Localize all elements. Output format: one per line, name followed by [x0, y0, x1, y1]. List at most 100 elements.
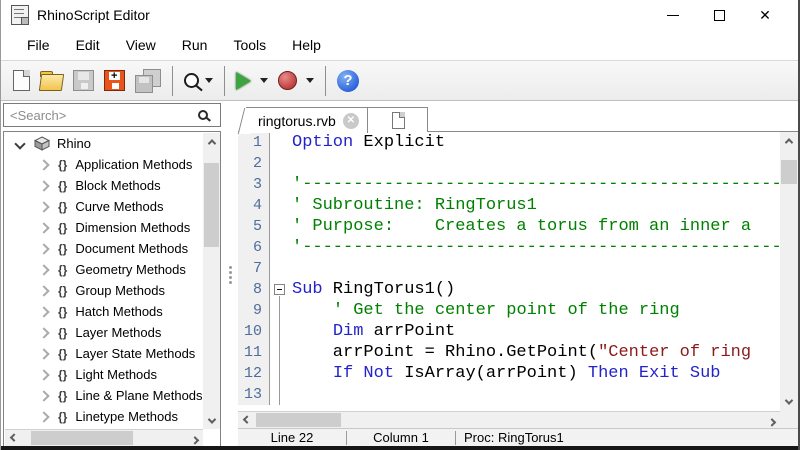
code-line-6[interactable]: 6 '--------------------------------------… [238, 237, 780, 258]
tab-close-icon[interactable]: ✕ [342, 112, 359, 129]
tree-item-block-methods[interactable]: {} Block Methods [4, 175, 203, 196]
editor-horizontal-scrollbar[interactable] [238, 411, 780, 428]
run-dropdown-icon[interactable] [260, 78, 268, 83]
menu-item-help[interactable]: Help [279, 32, 334, 58]
new-file-button[interactable] [8, 65, 35, 97]
tab-new[interactable] [366, 107, 428, 132]
chevron-right-icon[interactable] [38, 389, 50, 402]
menu-item-view[interactable]: View [113, 32, 169, 58]
tree-item-linetype-methods[interactable]: {} Linetype Methods [4, 406, 203, 427]
minimize-button[interactable] [650, 0, 696, 30]
scroll-left-button[interactable] [238, 412, 255, 429]
scroll-down-button[interactable] [780, 393, 798, 410]
code-text[interactable]: Option Explicit [292, 132, 780, 153]
braces-icon: {} [58, 157, 68, 172]
search-field-magnifier-icon[interactable] [198, 110, 208, 120]
code-line-1[interactable]: 1 Option Explicit [238, 132, 780, 153]
code-text[interactable]: If Not IsArray(arrPoint) Then Exit Sub [292, 363, 780, 384]
code-text[interactable]: '---------------------------------------… [292, 174, 780, 195]
code-line-9[interactable]: 9 ' Get the center point of the ring [238, 300, 780, 321]
scrollbar-thumb[interactable] [256, 413, 341, 427]
scroll-up-button[interactable] [203, 133, 220, 150]
search-button[interactable] [179, 65, 218, 97]
tree-horizontal-scrollbar[interactable] [5, 429, 203, 446]
save-all-button[interactable] [130, 65, 166, 97]
help-button[interactable]: ? [332, 65, 364, 97]
search-input[interactable]: <Search> [3, 103, 221, 127]
code-line-7[interactable]: 7 [238, 258, 780, 279]
code-line-5[interactable]: 5 ' Purpose: Creates a torus from an inne… [238, 216, 780, 237]
code-text[interactable]: Sub RingTorus1() [292, 279, 780, 300]
menu-item-edit[interactable]: Edit [63, 32, 113, 58]
scrollbar-thumb[interactable] [204, 163, 219, 247]
code-text[interactable]: ' Get the center point of the ring [292, 300, 780, 321]
tree-item-layer-methods[interactable]: {} Layer Methods [4, 322, 203, 343]
tree-item-application-methods[interactable]: {} Application Methods [4, 154, 203, 175]
scroll-right-button[interactable] [186, 430, 203, 446]
code-text[interactable] [292, 258, 780, 279]
tree-vertical-scrollbar[interactable] [203, 133, 220, 429]
code-line-12[interactable]: 12 If Not IsArray(arrPoint) Then Exit Su… [238, 363, 780, 384]
tree-item-rhino[interactable]: Rhino [4, 133, 203, 154]
menu-item-tools[interactable]: Tools [220, 32, 279, 58]
code-line-4[interactable]: 4 ' Subroutine: RingTorus1 [238, 195, 780, 216]
scroll-up-button[interactable] [780, 132, 798, 149]
search-dropdown-icon[interactable] [205, 78, 213, 83]
chevron-right-icon[interactable] [38, 221, 50, 234]
chevron-right-icon[interactable] [38, 368, 50, 381]
chevron-right-icon[interactable] [38, 263, 50, 276]
menu-item-file[interactable]: File [14, 32, 63, 58]
tree-item-light-methods[interactable]: {} Light Methods [4, 364, 203, 385]
tab-ringtorus[interactable]: ringtorus.rvb ✕ [246, 107, 368, 133]
save-button[interactable] [68, 65, 99, 97]
chevron-right-icon[interactable] [38, 179, 50, 192]
tree-item-document-methods[interactable]: {} Document Methods [4, 238, 203, 259]
tree-item-hatch-methods[interactable]: {} Hatch Methods [4, 301, 203, 322]
chevron-right-icon[interactable] [38, 284, 50, 297]
chevron-right-icon[interactable] [38, 410, 50, 423]
tree-item-layer-state-methods[interactable]: {} Layer State Methods [4, 343, 203, 364]
menu-item-run[interactable]: Run [169, 32, 221, 58]
code-text[interactable]: ' Purpose: Creates a torus from an inner… [292, 216, 780, 237]
tree-item-group-methods[interactable]: {} Group Methods [4, 280, 203, 301]
break-script-button[interactable] [273, 65, 319, 97]
scrollbar-thumb[interactable] [781, 160, 797, 184]
code-line-8[interactable]: 8 Sub RingTorus1() [238, 279, 780, 300]
chevron-right-icon[interactable] [38, 158, 50, 171]
run-script-button[interactable] [231, 65, 273, 97]
code-line-11[interactable]: 11 arrPoint = Rhino.GetPoint("Center of … [238, 342, 780, 363]
editor-vertical-scrollbar[interactable] [780, 132, 798, 410]
close-button[interactable]: ✕ [742, 0, 788, 30]
code-line-3[interactable]: 3 '--------------------------------------… [238, 174, 780, 195]
scroll-down-button[interactable] [203, 412, 220, 429]
code-line-2[interactable]: 2 [238, 153, 780, 174]
code-editor[interactable]: 1 Option Explicit 2 3 '---------------------… [238, 132, 780, 410]
chevron-right-icon[interactable] [38, 347, 50, 360]
code-text[interactable]: ' Subroutine: RingTorus1 [292, 195, 780, 216]
fold-collapse-icon[interactable] [274, 284, 285, 295]
tree-item-dimension-methods[interactable]: {} Dimension Methods [4, 217, 203, 238]
save-incremental-button[interactable]: + [99, 65, 130, 97]
code-text[interactable] [292, 384, 780, 405]
code-line-13[interactable]: 13 [238, 384, 780, 405]
tree-item-geometry-methods[interactable]: {} Geometry Methods [4, 259, 203, 280]
code-line-10[interactable]: 10 Dim arrPoint [238, 321, 780, 342]
maximize-button[interactable] [696, 0, 742, 30]
tree-item-curve-methods[interactable]: {} Curve Methods [4, 196, 203, 217]
code-text[interactable]: arrPoint = Rhino.GetPoint("Center of rin… [292, 342, 780, 363]
scroll-right-button[interactable] [763, 412, 780, 429]
scroll-left-button[interactable] [5, 430, 22, 446]
code-text[interactable]: '---------------------------------------… [292, 237, 780, 258]
scrollbar-thumb[interactable] [31, 431, 133, 445]
open-file-button[interactable] [35, 65, 68, 97]
chevron-right-icon[interactable] [38, 305, 50, 318]
code-text[interactable] [292, 153, 780, 174]
chevron-right-icon[interactable] [38, 200, 50, 213]
chevron-right-icon[interactable] [38, 326, 50, 339]
panel-splitter[interactable] [223, 102, 238, 447]
break-dropdown-icon[interactable] [306, 78, 314, 83]
tree-item-line-plane-methods[interactable]: {} Line & Plane Methods [4, 385, 203, 406]
chevron-right-icon[interactable] [38, 242, 50, 255]
chevron-down-icon[interactable] [14, 137, 26, 150]
code-text[interactable]: Dim arrPoint [292, 321, 780, 342]
